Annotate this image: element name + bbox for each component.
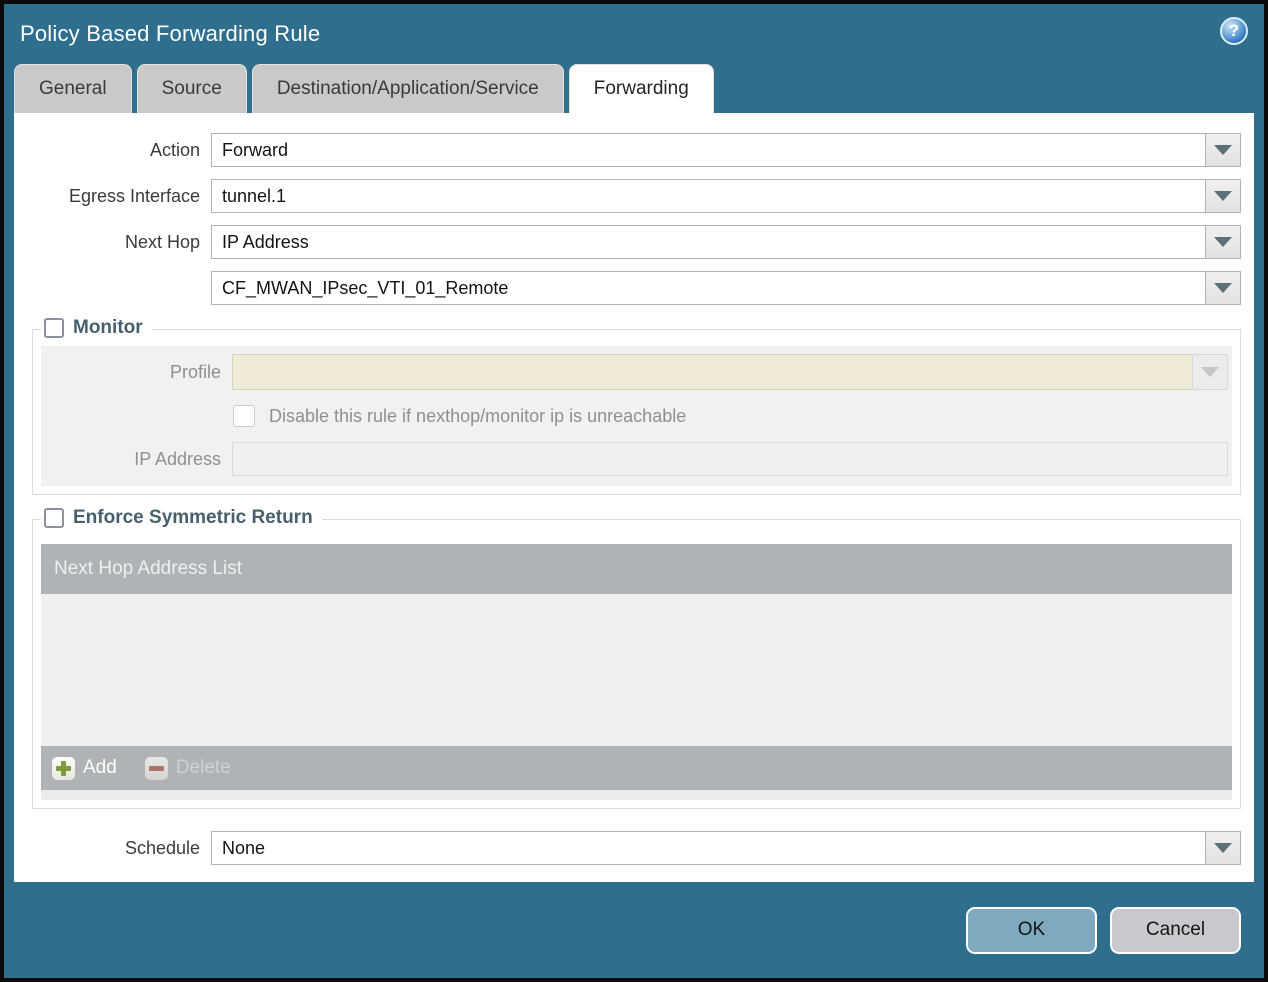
next-hop-address-list-body[interactable] bbox=[41, 594, 1232, 746]
table-scrollbar-track[interactable] bbox=[41, 790, 1232, 800]
add-button-label: Add bbox=[83, 757, 117, 778]
profile-dropdown-button[interactable] bbox=[1192, 354, 1228, 390]
disable-rule-checkbox[interactable] bbox=[233, 405, 255, 427]
next-hop-type-combo: IP Address bbox=[211, 225, 1241, 259]
help-glyph: ? bbox=[1228, 21, 1240, 40]
next-hop-address-list-header-label: Next Hop Address List bbox=[54, 558, 242, 579]
tab-bar: General Source Destination/Application/S… bbox=[4, 64, 1264, 113]
next-hop-row: Next Hop IP Address bbox=[14, 225, 1241, 259]
next-hop-address-table: Next Hop Address List Add Delete bbox=[41, 544, 1232, 800]
cancel-button[interactable]: Cancel bbox=[1110, 906, 1241, 954]
next-hop-value-row: CF_MWAN_IPsec_VTI_01_Remote bbox=[14, 271, 1241, 305]
chevron-down-icon bbox=[1214, 191, 1232, 201]
profile-input[interactable] bbox=[232, 354, 1192, 390]
pbf-rule-dialog: Policy Based Forwarding Rule ? General S… bbox=[0, 0, 1268, 982]
action-combo: Forward bbox=[211, 133, 1241, 167]
monitor-legend: Monitor bbox=[41, 317, 152, 339]
disable-rule-label: Disable this rule if nexthop/monitor ip … bbox=[269, 405, 687, 426]
tab-general[interactable]: General bbox=[14, 64, 132, 113]
egress-interface-input[interactable]: tunnel.1 bbox=[211, 179, 1205, 213]
ok-button[interactable]: OK bbox=[966, 906, 1097, 954]
schedule-row: Schedule None bbox=[14, 831, 1241, 865]
next-hop-label: Next Hop bbox=[124, 231, 200, 252]
symmetric-return-group: Enforce Symmetric Return Next Hop Addres… bbox=[32, 507, 1241, 809]
dialog-title: Policy Based Forwarding Rule bbox=[20, 21, 321, 46]
monitor-ip-input[interactable] bbox=[232, 442, 1228, 476]
tab-source[interactable]: Source bbox=[136, 64, 247, 113]
profile-label: Profile bbox=[169, 361, 221, 382]
next-hop-address-combo: CF_MWAN_IPsec_VTI_01_Remote bbox=[211, 271, 1241, 305]
chevron-down-icon bbox=[1201, 367, 1219, 377]
delete-button[interactable]: Delete bbox=[144, 756, 231, 780]
delete-button-label: Delete bbox=[175, 757, 231, 778]
table-toolbar: Add Delete bbox=[41, 746, 1232, 790]
add-button[interactable]: Add bbox=[52, 756, 117, 780]
next-hop-type-input[interactable]: IP Address bbox=[211, 225, 1205, 259]
action-label: Action bbox=[149, 139, 200, 160]
action-input[interactable]: Forward bbox=[211, 133, 1205, 167]
help-icon[interactable]: ? bbox=[1220, 17, 1248, 45]
schedule-combo: None bbox=[211, 831, 1241, 865]
monitor-group: Monitor Profile Disable this rule if nex… bbox=[32, 317, 1241, 495]
symmetric-return-legend-label: Enforce Symmetric Return bbox=[73, 507, 313, 528]
chevron-down-icon bbox=[1214, 283, 1232, 293]
tab-forwarding[interactable]: Forwarding bbox=[568, 64, 714, 113]
egress-interface-label: Egress Interface bbox=[68, 185, 200, 206]
disable-rule-row: Disable this rule if nexthop/monitor ip … bbox=[233, 405, 1228, 427]
profile-row: Profile bbox=[41, 354, 1228, 390]
next-hop-address-dropdown-button[interactable] bbox=[1205, 271, 1241, 305]
add-plus-icon bbox=[52, 756, 75, 780]
monitor-panel: Profile Disable this rule if nexthop/mon… bbox=[41, 346, 1232, 486]
action-dropdown-button[interactable] bbox=[1205, 133, 1241, 167]
dialog-titlebar: Policy Based Forwarding Rule bbox=[4, 4, 1264, 64]
monitor-checkbox[interactable] bbox=[44, 318, 64, 338]
egress-interface-dropdown-button[interactable] bbox=[1205, 179, 1241, 213]
monitor-ip-label: IP Address bbox=[134, 448, 221, 469]
dialog-footer: OK Cancel bbox=[4, 882, 1264, 978]
schedule-input[interactable]: None bbox=[211, 831, 1205, 865]
chevron-down-icon bbox=[1214, 237, 1232, 247]
egress-interface-combo: tunnel.1 bbox=[211, 179, 1241, 213]
schedule-label: Schedule bbox=[124, 837, 200, 858]
schedule-dropdown-button[interactable] bbox=[1205, 831, 1241, 865]
symmetric-return-legend: Enforce Symmetric Return bbox=[41, 507, 322, 529]
next-hop-type-dropdown-button[interactable] bbox=[1205, 225, 1241, 259]
chevron-down-icon bbox=[1214, 843, 1232, 853]
tab-destination-application-service[interactable]: Destination/Application/Service bbox=[251, 64, 564, 113]
next-hop-address-list-header: Next Hop Address List bbox=[41, 544, 1232, 594]
egress-interface-row: Egress Interface tunnel.1 bbox=[14, 179, 1241, 213]
monitor-ip-row: IP Address bbox=[41, 442, 1228, 476]
delete-minus-icon bbox=[144, 756, 168, 780]
profile-combo bbox=[232, 354, 1228, 390]
action-row: Action Forward bbox=[14, 133, 1241, 167]
symmetric-return-checkbox[interactable] bbox=[44, 508, 64, 528]
next-hop-address-input[interactable]: CF_MWAN_IPsec_VTI_01_Remote bbox=[211, 271, 1205, 305]
forwarding-tab-panel: Action Forward Egress Interface tunnel.1… bbox=[14, 113, 1254, 882]
monitor-legend-label: Monitor bbox=[73, 317, 143, 338]
chevron-down-icon bbox=[1214, 145, 1232, 155]
